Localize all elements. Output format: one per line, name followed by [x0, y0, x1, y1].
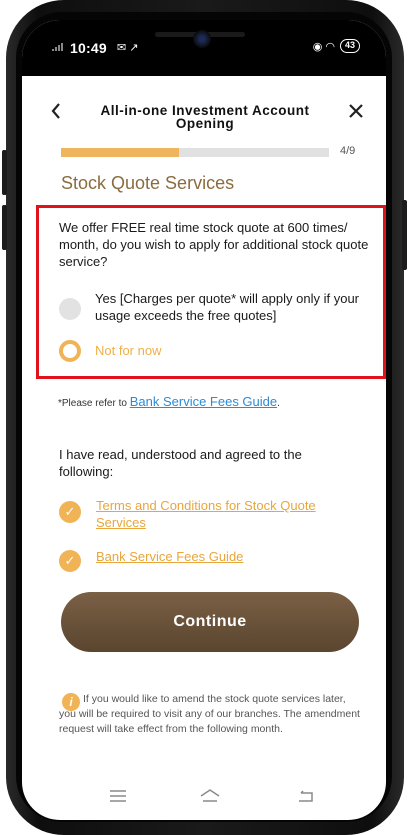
info-text: If you would like to amend the stock quo…	[59, 693, 360, 735]
menu-icon[interactable]	[106, 786, 130, 806]
volume-up-button	[2, 150, 7, 195]
progress-bar	[61, 148, 329, 157]
system-nav-bar	[22, 772, 386, 820]
fees-guide-link[interactable]: Bank Service Fees Guide	[96, 548, 243, 565]
close-button[interactable]	[348, 102, 364, 122]
check-terms-icon[interactable]: ✓	[59, 501, 81, 523]
option-not-now-label[interactable]: Not for now	[95, 342, 161, 359]
page-header: All-in-one Investment Account Opening	[22, 80, 386, 130]
volume-down-button	[2, 205, 7, 250]
status-time: 10:49	[70, 40, 107, 56]
notification-icons: ✉ ↗	[117, 42, 139, 54]
progress-fill	[61, 148, 179, 157]
radio-yes[interactable]	[59, 298, 81, 320]
option-yes-label[interactable]: Yes [Charges per quote* will apply only …	[95, 290, 380, 324]
status-right-icons: ◉ ◠ 43	[313, 39, 360, 53]
power-button	[402, 200, 407, 270]
check-fees-icon[interactable]: ✓	[59, 550, 81, 572]
refer-suffix: .	[277, 398, 280, 409]
radio-not-now[interactable]	[59, 340, 81, 362]
close-icon	[349, 104, 363, 118]
progress-label: 4/9	[340, 145, 356, 157]
refer-note: *Please refer to Bank Service Fees Guide…	[58, 394, 280, 409]
battery-icon: 43	[339, 39, 360, 53]
agreement-text: I have read, understood and agreed to th…	[59, 447, 302, 479]
status-bar: 10:49 ✉ ↗ ◉ ◠ 43	[22, 20, 386, 76]
back-nav-icon[interactable]	[294, 786, 318, 806]
question-text: We offer FREE real time stock quote at 6…	[59, 220, 369, 269]
chevron-left-icon	[51, 103, 60, 119]
phone-frame: 10:49 ✉ ↗ ◉ ◠ 43 All-in-one Investment A…	[0, 0, 409, 835]
signal-icon	[52, 43, 63, 51]
bank-fees-link[interactable]: Bank Service Fees Guide	[130, 394, 277, 409]
back-button[interactable]	[50, 102, 62, 123]
app-screen: 10:49 ✉ ↗ ◉ ◠ 43 All-in-one Investment A…	[22, 20, 386, 820]
front-camera	[193, 30, 211, 48]
terms-link[interactable]: Terms and Conditions for Stock Quote Ser…	[96, 497, 366, 531]
refer-prefix: *Please refer to	[58, 398, 127, 409]
section-title: Stock Quote Services	[61, 173, 235, 193]
continue-button[interactable]: Continue	[61, 592, 359, 652]
page-title: All-in-one Investment Account Opening	[100, 103, 310, 131]
wifi-icon: ◉ ◠	[312, 40, 335, 53]
home-icon[interactable]	[198, 786, 222, 806]
